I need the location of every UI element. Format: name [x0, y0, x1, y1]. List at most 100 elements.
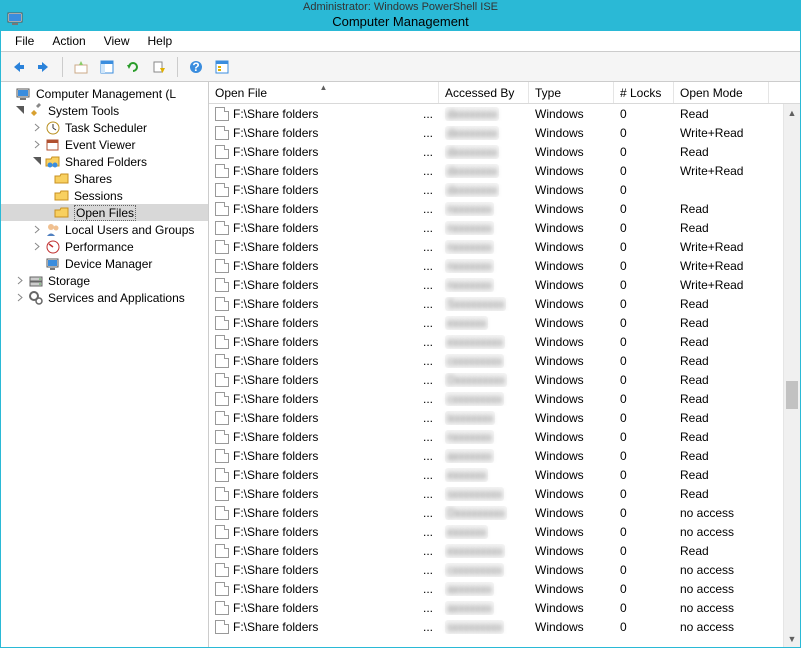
expand-icon[interactable]: [15, 292, 26, 303]
tree-system-tools[interactable]: System Tools: [1, 102, 208, 119]
scrollbar-track[interactable]: [784, 121, 800, 630]
cell-type: Windows: [529, 354, 614, 368]
table-row[interactable]: F:\Share folders...cxxxxxxxxxWindows0no …: [209, 560, 800, 579]
column-locks[interactable]: # Locks: [614, 82, 674, 103]
tree-task-scheduler[interactable]: Task Scheduler: [1, 119, 208, 136]
cell-open-mode: Write+Read: [674, 259, 769, 273]
expand-icon[interactable]: [15, 275, 26, 286]
user-redacted: sxxxxxxxxx: [445, 487, 504, 501]
expand-icon[interactable]: [3, 88, 14, 99]
column-accessed-by[interactable]: Accessed By: [439, 82, 529, 103]
column-type[interactable]: Type: [529, 82, 614, 103]
table-row[interactable]: F:\Share folders...nxxxxxxxWindows0Write…: [209, 256, 800, 275]
cell-type: Windows: [529, 563, 614, 577]
cell-locks: 0: [614, 449, 674, 463]
tree-shares[interactable]: Shares: [1, 170, 208, 187]
cell-locks: 0: [614, 202, 674, 216]
menu-action[interactable]: Action: [44, 32, 93, 50]
scroll-down-icon[interactable]: ▼: [784, 630, 800, 647]
user-redacted: Dxxxxxxxxx: [445, 506, 507, 520]
cell-locks: 0: [614, 430, 674, 444]
cell-open-mode: Read: [674, 316, 769, 330]
cell-locks: 0: [614, 544, 674, 558]
table-row[interactable]: F:\Share folders...ixxxxxxxxWindows0Read: [209, 408, 800, 427]
expand-icon[interactable]: [32, 122, 43, 133]
file-path: F:\Share folders: [233, 259, 318, 273]
table-row[interactable]: F:\Share folders...sxxxxxxxxxWindows0Rea…: [209, 484, 800, 503]
table-row[interactable]: F:\Share folders...cxxxxxxxxxWindows0Rea…: [209, 389, 800, 408]
cell-open-file: F:\Share folders...: [209, 335, 439, 349]
tree-root[interactable]: Computer Management (L: [1, 85, 208, 102]
tree-local-users[interactable]: Local Users and Groups: [1, 221, 208, 238]
table-row[interactable]: F:\Share folders...dxxxxxxxxWindows0Writ…: [209, 161, 800, 180]
navigation-tree[interactable]: Computer Management (L System Tools Task…: [1, 82, 209, 647]
scrollbar-thumb[interactable]: [786, 381, 798, 409]
table-row[interactable]: F:\Share folders...exxxxxxWindows0no acc…: [209, 522, 800, 541]
cell-type: Windows: [529, 335, 614, 349]
table-row[interactable]: F:\Share folders...nxxxxxxxWindows0Write…: [209, 275, 800, 294]
table-row[interactable]: F:\Share folders...exxxxxxWindows0Read: [209, 465, 800, 484]
ellipsis: ...: [423, 126, 433, 140]
table-row[interactable]: F:\Share folders...dxxxxxxxxWindows0Read: [209, 142, 800, 161]
table-row[interactable]: F:\Share folders...DxxxxxxxxxWindows0Rea…: [209, 370, 800, 389]
table-row[interactable]: F:\Share folders...axxxxxxxWindows0no ac…: [209, 579, 800, 598]
forward-button[interactable]: [33, 56, 55, 78]
cell-open-file: F:\Share folders...: [209, 411, 439, 425]
properties-button[interactable]: [211, 56, 233, 78]
cell-locks: 0: [614, 126, 674, 140]
column-open-mode[interactable]: Open Mode: [674, 82, 769, 103]
ellipsis: ...: [423, 563, 433, 577]
table-row[interactable]: F:\Share folders...exxxxxxxxxWindows0Rea…: [209, 332, 800, 351]
menu-help[interactable]: Help: [140, 32, 181, 50]
tree-open-files[interactable]: Open Files: [1, 204, 208, 221]
file-path: F:\Share folders: [233, 126, 318, 140]
tree-sessions[interactable]: Sessions: [1, 187, 208, 204]
expand-icon[interactable]: [32, 139, 43, 150]
file-icon: [215, 354, 229, 368]
table-row[interactable]: F:\Share folders...dxxxxxxxxWindows0Writ…: [209, 123, 800, 142]
table-row[interactable]: F:\Share folders...DxxxxxxxxxWindows0no …: [209, 503, 800, 522]
tree-shared-folders[interactable]: Shared Folders: [1, 153, 208, 170]
table-row[interactable]: F:\Share folders...cxxxxxxxxxWindows0Rea…: [209, 351, 800, 370]
up-level-button[interactable]: [70, 56, 92, 78]
user-redacted: ixxxxxxxx: [445, 411, 495, 425]
menu-file[interactable]: File: [7, 32, 42, 50]
column-open-file[interactable]: Open File: [209, 82, 439, 103]
cell-locks: 0: [614, 145, 674, 159]
collapse-icon[interactable]: [15, 105, 26, 116]
back-button[interactable]: [7, 56, 29, 78]
table-row[interactable]: F:\Share folders...dxxxxxxxxWindows0Read: [209, 104, 800, 123]
scroll-up-icon[interactable]: ▲: [784, 104, 800, 121]
table-row[interactable]: F:\Share folders...axxxxxxxWindows0Read: [209, 446, 800, 465]
table-row[interactable]: F:\Share folders...SxxxxxxxxxWindows0Rea…: [209, 294, 800, 313]
menu-view[interactable]: View: [96, 32, 138, 50]
tree-performance[interactable]: Performance: [1, 238, 208, 255]
table-row[interactable]: F:\Share folders...dxxxxxxxxWindows0: [209, 180, 800, 199]
expand-icon[interactable]: [32, 241, 43, 252]
refresh-button[interactable]: [122, 56, 144, 78]
table-row[interactable]: F:\Share folders...exxxxxxxxxWindows0Rea…: [209, 541, 800, 560]
expand-icon[interactable]: [32, 224, 43, 235]
tree-storage[interactable]: Storage: [1, 272, 208, 289]
cell-type: Windows: [529, 392, 614, 406]
table-row[interactable]: F:\Share folders...sxxxxxxxxxWindows0no …: [209, 617, 800, 636]
table-row[interactable]: F:\Share folders...exxxxxxWindows0Read: [209, 313, 800, 332]
cell-accessed-by: Dxxxxxxxxx: [439, 506, 529, 520]
show-hide-tree-button[interactable]: [96, 56, 118, 78]
cell-open-mode: Read: [674, 354, 769, 368]
table-row[interactable]: F:\Share folders...nxxxxxxxWindows0Read: [209, 199, 800, 218]
help-button[interactable]: ?: [185, 56, 207, 78]
table-row[interactable]: F:\Share folders...nxxxxxxxWindows0Read: [209, 427, 800, 446]
export-list-button[interactable]: [148, 56, 170, 78]
tree-services-apps[interactable]: Services and Applications: [1, 289, 208, 306]
collapse-icon[interactable]: [32, 156, 43, 167]
vertical-scrollbar[interactable]: ▲ ▼: [783, 104, 800, 647]
user-redacted: exxxxxx: [445, 316, 488, 330]
tree-event-viewer[interactable]: Event Viewer: [1, 136, 208, 153]
table-row[interactable]: F:\Share folders...axxxxxxxWindows0no ac…: [209, 598, 800, 617]
table-row[interactable]: F:\Share folders...nxxxxxxxWindows0Write…: [209, 237, 800, 256]
cell-open-file: F:\Share folders...: [209, 297, 439, 311]
ellipsis: ...: [423, 202, 433, 216]
table-row[interactable]: F:\Share folders...nxxxxxxxWindows0Read: [209, 218, 800, 237]
tree-device-manager[interactable]: Device Manager: [1, 255, 208, 272]
